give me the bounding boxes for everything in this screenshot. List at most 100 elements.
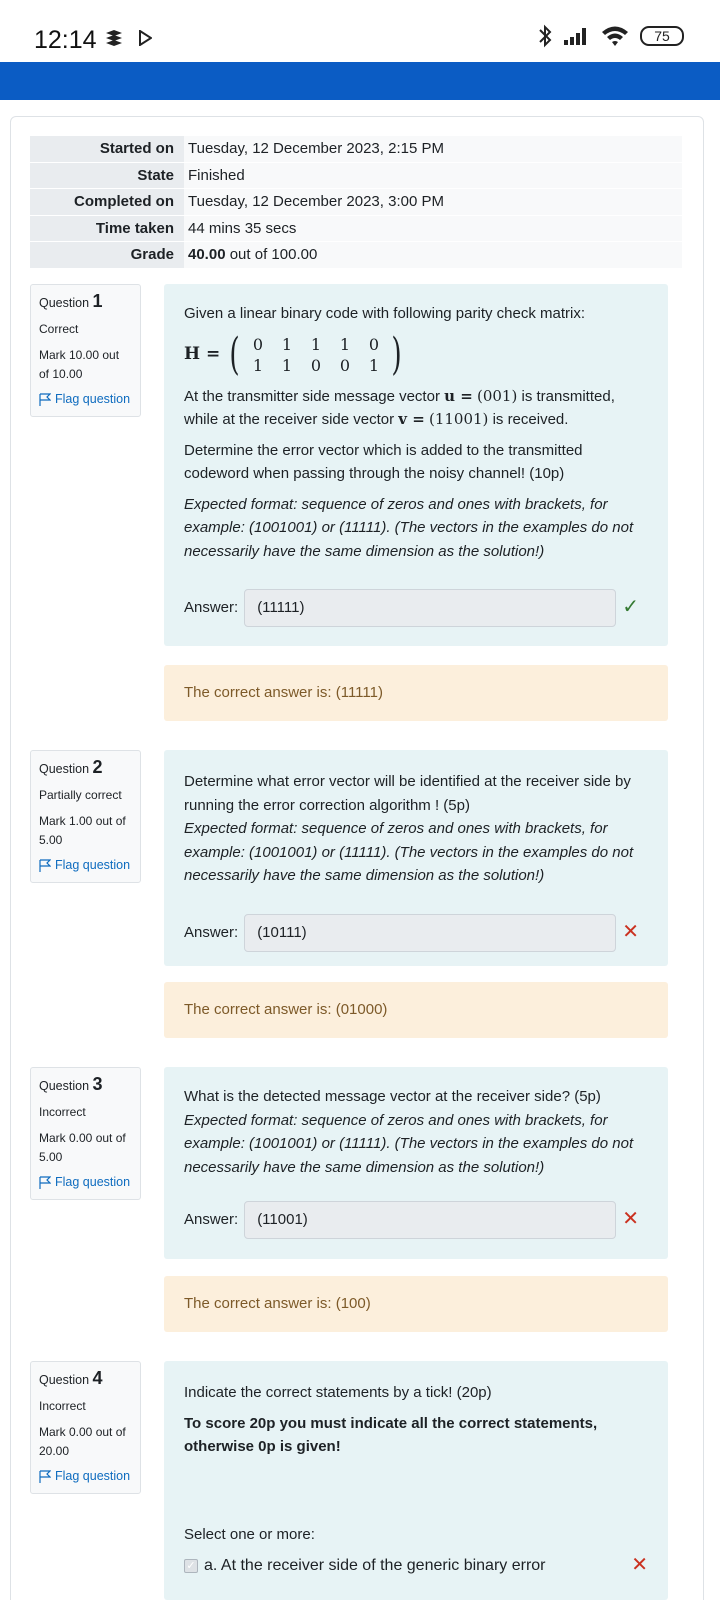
question-number: Question 1: [39, 291, 132, 312]
summary-value: Tuesday, 12 December 2023, 2:15 PM: [184, 136, 682, 162]
flag-label: Flag question: [55, 1175, 131, 1189]
u-symbol: u =: [444, 386, 473, 405]
question-format: Expected format: sequence of zeros and o…: [184, 817, 648, 888]
summary-row: Time taken 44 mins 35 secs: [30, 215, 682, 242]
summary-value: Tuesday, 12 December 2023, 3:00 PM: [184, 189, 682, 215]
u-value: (001): [476, 386, 518, 405]
status-right-icons: 75: [538, 24, 684, 48]
question-label: Question: [39, 1373, 90, 1387]
summary-value: 44 mins 35 secs: [184, 215, 682, 241]
question-state: Incorrect: [39, 1105, 86, 1119]
question-info-4: Question 4 Incorrect Mark 0.00 out of 20…: [30, 1361, 141, 1494]
question-formulation-1: Given a linear binary code with followin…: [164, 284, 668, 646]
flag-question-link[interactable]: Flag question: [39, 858, 132, 872]
transmission-text: At the transmitter side message vector u…: [184, 385, 648, 432]
answer-label: Answer:: [184, 599, 239, 617]
question-number: Question 2: [39, 757, 132, 778]
checkbox-checked-icon[interactable]: ✓: [184, 1558, 198, 1573]
matrix-cell: 0: [310, 355, 321, 375]
question-format: Expected format: sequence of zeros and o…: [184, 493, 648, 564]
question-mark: Mark 1.00 out of 5.00: [39, 814, 126, 847]
matrix-cell: 1: [252, 355, 263, 375]
question-task: Indicate the correct statements by a tic…: [184, 1384, 492, 1401]
question-formulation-3: What is the detected message vector at t…: [164, 1067, 668, 1259]
answer-label: Answer:: [184, 1211, 239, 1229]
question-task: Determine the error vector which is adde…: [184, 441, 583, 483]
matrix-cell: 0: [339, 355, 350, 375]
status-time: 12:14: [34, 26, 97, 54]
question-info-1: Question 1 Correct Mark 10.00 out of 10.…: [30, 284, 141, 417]
question-task: What is the detected message vector at t…: [184, 1088, 601, 1105]
tx-text: At the transmitter side message vector: [184, 387, 440, 405]
summary-value: Finished: [184, 162, 682, 188]
select-prompt: Select one or more:: [184, 1525, 315, 1543]
matrix-cell: 0: [252, 334, 263, 354]
choice-option-a[interactable]: ✓ a. At the receiver side of the generic…: [184, 1554, 648, 1578]
flag-icon: [39, 858, 51, 872]
flag-icon: [39, 1469, 51, 1483]
incorrect-cross-icon: ✕: [622, 920, 639, 943]
question-state: Partially correct: [39, 788, 122, 802]
question-label: Question: [39, 762, 90, 776]
question-task: Determine what error vector will be iden…: [184, 773, 631, 814]
flag-question-link[interactable]: Flag question: [39, 392, 132, 406]
summary-label: Completed on: [30, 189, 184, 215]
question-mark: Mark 0.00 out of 20.00: [39, 1425, 126, 1458]
format-text: Expected format: sequence of zeros and o…: [184, 1111, 634, 1176]
question-mark: Mark 10.00 out of 10.00: [39, 348, 120, 381]
summary-row: Started on Tuesday, 12 December 2023, 2:1…: [30, 136, 682, 163]
format-text: Expected format: sequence of zeros and o…: [184, 820, 634, 884]
matrix-cell: 0: [368, 334, 379, 354]
status-bar: 12:14 75: [0, 0, 720, 62]
matrix-cell: 1: [281, 334, 292, 354]
play-store-icon: [139, 30, 152, 46]
v-symbol: v =: [398, 410, 425, 428]
matrix-cell: 1: [368, 355, 379, 375]
grade-total: out of 100.00: [225, 246, 318, 263]
question-label: Question: [39, 1079, 90, 1093]
wifi-icon: [602, 26, 628, 46]
incorrect-cross-icon: ✕: [631, 1554, 648, 1576]
answer-label: Answer:: [184, 923, 239, 941]
summary-value: 40.00 out of 100.00: [184, 242, 682, 268]
attempt-summary-table: Started on Tuesday, 12 December 2023, 2:1…: [30, 136, 682, 269]
question-num: 1: [92, 291, 103, 311]
signal-icon: [564, 28, 586, 45]
question-info-3: Question 3 Incorrect Mark 0.00 out of 5.…: [30, 1067, 141, 1200]
correct-answer-feedback-2: The correct answer is: (01000): [164, 982, 668, 1038]
matrix-label: H =: [184, 343, 221, 364]
question-state: Incorrect: [39, 1399, 86, 1413]
left-paren: (: [229, 328, 240, 380]
answer-input[interactable]: (11111): [244, 589, 617, 627]
choice-label: a. At the receiver side of the generic b…: [204, 1557, 546, 1574]
matrix-cell: 1: [310, 334, 321, 354]
summary-row: State Finished: [30, 162, 682, 189]
data-saver-icon: [106, 30, 122, 46]
incorrect-cross-icon: ✕: [622, 1208, 639, 1231]
flag-question-link[interactable]: Flag question: [39, 1469, 132, 1483]
format-text: Expected format: sequence of zeros and o…: [184, 495, 634, 560]
flag-label: Flag question: [55, 858, 131, 872]
summary-label: State: [30, 162, 184, 188]
answer-row: Answer: (10111) ✕: [184, 913, 648, 952]
answer-row: Answer: (11111) ✓: [184, 589, 648, 627]
question-label: Question: [39, 296, 90, 310]
summary-row: Grade 40.00 out of 100.00: [30, 242, 682, 269]
flag-label: Flag question: [55, 1469, 131, 1483]
question-num: 3: [92, 1074, 103, 1094]
correct-answer-feedback-3: The correct answer is: (100): [164, 1276, 668, 1332]
answer-input[interactable]: (10111): [244, 913, 617, 952]
question-intro: Given a linear binary code with followin…: [184, 305, 586, 322]
tx-end: is received.: [492, 411, 569, 428]
question-number: Question 3: [39, 1074, 132, 1095]
matrix-cell: 1: [281, 355, 292, 375]
matrix-grid: 01110 11001: [243, 334, 388, 376]
question-formulation-2: Determine what error vector will be iden…: [164, 750, 668, 966]
flag-question-link[interactable]: Flag question: [39, 1175, 132, 1189]
answer-input[interactable]: (11001): [244, 1201, 617, 1239]
answer-row: Answer: (11001) ✕: [184, 1201, 648, 1239]
question-num: 4: [92, 1368, 103, 1388]
correct-check-icon: ✓: [622, 596, 639, 619]
question-formulation-4: Indicate the correct statements by a tic…: [164, 1361, 668, 1600]
parity-check-matrix: H = ( 01110 11001 ): [184, 328, 648, 380]
